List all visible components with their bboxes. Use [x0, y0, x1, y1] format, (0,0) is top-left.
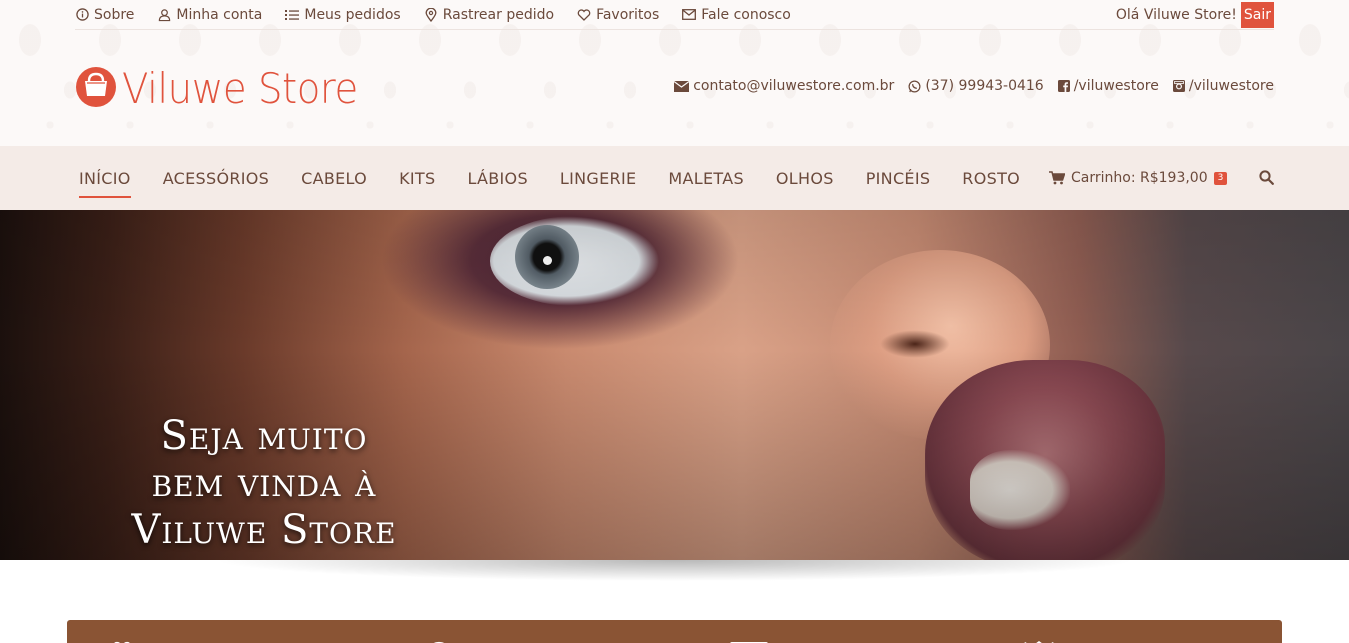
logo-text: Viluwe Store: [122, 64, 358, 113]
nav-item-kits[interactable]: KITS: [399, 165, 435, 192]
hero-headline: Seja muito bem vinda à Viluwe Store: [84, 413, 444, 554]
account-greeting: Olá Viluwe Store! Sair: [1115, 1, 1274, 28]
link-favoritos-label: Favoritos: [596, 6, 660, 23]
link-favoritos[interactable]: Favoritos: [577, 7, 659, 23]
whatsapp-icon: [908, 80, 921, 93]
hero-headline-line-1: Seja muito: [160, 413, 368, 459]
features-bar: [67, 620, 1282, 643]
nav-item-pinceis[interactable]: PINCÉIS: [866, 165, 931, 192]
contact-email-label: contato@viluwestore.com.br: [693, 78, 895, 94]
instagram-icon: [1172, 80, 1185, 92]
contact-whatsapp[interactable]: (37) 99943-0416: [908, 78, 1044, 94]
top-utility-bar: Sobre Minha conta Meus pedidos Rastrear …: [75, 0, 1274, 30]
nav-item-olhos[interactable]: OLHOS: [776, 165, 834, 192]
link-meus-pedidos-label: Meus pedidos: [304, 6, 401, 23]
nav-item-labios[interactable]: LÁBIOS: [467, 165, 527, 192]
nav-item-inicio[interactable]: INÍCIO: [79, 165, 131, 198]
feature-crown-icon: [1019, 634, 1059, 643]
link-minha-conta-label: Minha conta: [176, 6, 263, 23]
main-navbar: INÍCIO ACESSÓRIOS CABELO KITS LÁBIOS LIN…: [0, 146, 1349, 210]
heart-icon: [577, 8, 591, 22]
link-rastrear-pedido[interactable]: Rastrear pedido: [424, 7, 554, 23]
link-sobre[interactable]: Sobre: [75, 7, 134, 23]
contact-instagram-label: /viluwestore: [1188, 78, 1274, 94]
envelope-icon: [674, 80, 690, 92]
link-sobre-label: Sobre: [94, 6, 135, 23]
category-nav: INÍCIO ACESSÓRIOS CABELO KITS LÁBIOS LIN…: [79, 146, 1052, 210]
cart-button[interactable]: Carrinho: R$193,00 3: [1049, 146, 1228, 210]
bag-logo-icon: [75, 66, 117, 112]
search-icon[interactable]: [1259, 170, 1274, 185]
contact-facebook-label: /viluwestore: [1073, 78, 1159, 94]
map-pin-icon: [424, 7, 438, 22]
contact-email[interactable]: contato@viluwestore.com.br: [674, 78, 894, 94]
feature-support-icon: [425, 634, 453, 643]
nav-item-rosto[interactable]: ROSTO: [962, 165, 1020, 192]
cart-label: Carrinho: R$193,00: [1071, 170, 1208, 186]
nav-item-cabelo[interactable]: CABELO: [301, 165, 367, 192]
hero-headline-line-2: bem vinda à: [151, 460, 377, 506]
link-fale-conosco[interactable]: Fale conosco: [682, 7, 791, 23]
utility-links: Sobre Minha conta Meus pedidos Rastrear …: [75, 7, 814, 23]
logout-button[interactable]: Sair: [1240, 1, 1274, 28]
nav-item-maletas[interactable]: MALETAS: [668, 165, 744, 192]
hero-headline-line-3: Viluwe Store: [131, 507, 397, 553]
shopping-cart-icon: [1049, 171, 1065, 185]
feature-gift-icon: [107, 634, 137, 643]
link-rastrear-pedido-label: Rastrear pedido: [442, 6, 555, 23]
nav-item-acessorios[interactable]: ACESSÓRIOS: [163, 165, 269, 192]
site-logo[interactable]: Viluwe Store: [75, 64, 378, 113]
list-icon: [285, 8, 300, 22]
link-meus-pedidos[interactable]: Meus pedidos: [285, 6, 401, 23]
nav-item-lingerie[interactable]: LINGERIE: [560, 165, 636, 192]
hero-banner[interactable]: Seja muito bem vinda à Viluwe Store: [0, 210, 1349, 560]
greeting-text: Olá Viluwe Store!: [1115, 6, 1237, 23]
info-icon: [75, 8, 89, 22]
envelope-icon: [682, 8, 697, 22]
hero-drop-shadow: [20, 560, 1329, 590]
contact-instagram[interactable]: /viluwestore: [1172, 78, 1274, 94]
link-minha-conta[interactable]: Minha conta: [157, 7, 262, 23]
facebook-icon: [1057, 80, 1070, 92]
cart-count-badge: 3: [1213, 171, 1228, 185]
contact-whatsapp-label: (37) 99943-0416: [925, 78, 1044, 94]
feature-card-icon: [729, 634, 769, 643]
user-icon: [157, 8, 171, 22]
contact-info: contato@viluwestore.com.br (37) 99943-04…: [674, 78, 1274, 94]
contact-facebook[interactable]: /viluwestore: [1057, 78, 1159, 94]
link-fale-conosco-label: Fale conosco: [701, 6, 791, 23]
